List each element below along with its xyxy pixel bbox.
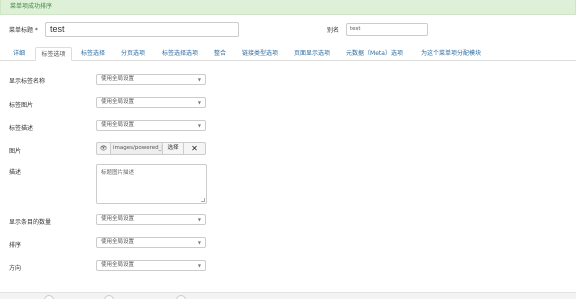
alert-message: 菜单项成功排序 xyxy=(10,3,53,10)
tag-image-select[interactable]: 使用全局设置 ▼ xyxy=(96,97,206,108)
tag-image-value: 使用全局设置 xyxy=(101,99,135,105)
image-path-field: images/powered_by.png xyxy=(110,142,163,155)
alias-input[interactable]: test xyxy=(346,23,428,36)
tab-tag-selection-options[interactable]: 标签选择选项 xyxy=(158,47,202,61)
tab-metadata-options[interactable]: 元数据（Meta）选项 xyxy=(343,47,406,61)
tab-details[interactable]: 详细 xyxy=(9,47,29,61)
footer-tab[interactable] xyxy=(104,295,114,299)
show-tag-name-value: 使用全局设置 xyxy=(101,76,135,82)
item-count-select[interactable]: 使用全局设置 ▼ xyxy=(96,214,206,225)
ordering-value: 使用全局设置 xyxy=(101,239,135,245)
direction-select[interactable]: 使用全局设置 ▼ xyxy=(96,260,206,271)
tab-link-type-options[interactable]: 链接类型选项 xyxy=(238,47,282,61)
ordering-label: 排序 xyxy=(9,242,22,249)
tab-tag-selection[interactable]: 标签选择 xyxy=(78,47,108,61)
tab-pagination-options[interactable]: 分页选项 xyxy=(118,47,148,61)
chevron-down-icon: ▼ xyxy=(197,240,201,245)
tag-description-value: 使用全局设置 xyxy=(101,122,135,128)
tab-bar: 详细 标签选项 标签选择 分页选项 标签选择选项 整合 链接类型选项 页面显示选… xyxy=(0,47,576,61)
alias-label: 别名 xyxy=(327,27,340,34)
description-textarea[interactable]: 标题图片描述 xyxy=(96,164,207,204)
chevron-down-icon: ▼ xyxy=(197,100,201,105)
title-label: 菜单标题 * xyxy=(9,27,38,34)
choose-image-button[interactable]: 选择 xyxy=(163,142,184,155)
tag-description-label: 标签描述 xyxy=(9,125,34,132)
chevron-down-icon: ▼ xyxy=(197,123,201,128)
resize-handle-icon[interactable] xyxy=(201,198,205,202)
chevron-down-icon: ▼ xyxy=(197,77,201,82)
footer-tab[interactable] xyxy=(176,295,186,299)
chevron-down-icon: ▼ xyxy=(197,263,201,268)
image-media-field: 👁 images/powered_by.png 选择 ✕ xyxy=(96,142,210,155)
chevron-down-icon: ▼ xyxy=(197,217,201,222)
item-count-label: 显示条目的数量 xyxy=(9,219,52,226)
tag-image-label: 标签图片 xyxy=(9,102,34,109)
tab-integration[interactable]: 整合 xyxy=(211,47,229,61)
show-tag-name-select[interactable]: 使用全局设置 ▼ xyxy=(96,74,206,85)
tab-tag-options[interactable]: 标签选项 xyxy=(35,47,72,61)
eye-icon[interactable]: 👁 xyxy=(96,142,110,155)
image-label: 图片 xyxy=(9,148,22,155)
footer-tab[interactable] xyxy=(44,295,54,299)
footer-bar xyxy=(0,292,576,299)
direction-label: 方向 xyxy=(9,265,22,272)
success-alert: 菜单项成功排序 xyxy=(0,0,576,15)
item-count-value: 使用全局设置 xyxy=(101,216,135,222)
tag-description-select[interactable]: 使用全局设置 ▼ xyxy=(96,120,206,131)
show-tag-name-label: 显示标签名称 xyxy=(9,78,46,85)
tab-module-assignment[interactable]: 为这个菜单项分配模块 xyxy=(416,47,486,61)
tab-page-display-options[interactable]: 页面显示选项 xyxy=(290,47,334,61)
description-placeholder: 标题图片描述 xyxy=(101,170,135,176)
title-input[interactable]: test xyxy=(45,22,239,37)
clear-image-button[interactable]: ✕ xyxy=(184,142,206,155)
ordering-select[interactable]: 使用全局设置 ▼ xyxy=(96,237,206,248)
direction-value: 使用全局设置 xyxy=(101,262,135,268)
description-label: 描述 xyxy=(9,169,22,176)
